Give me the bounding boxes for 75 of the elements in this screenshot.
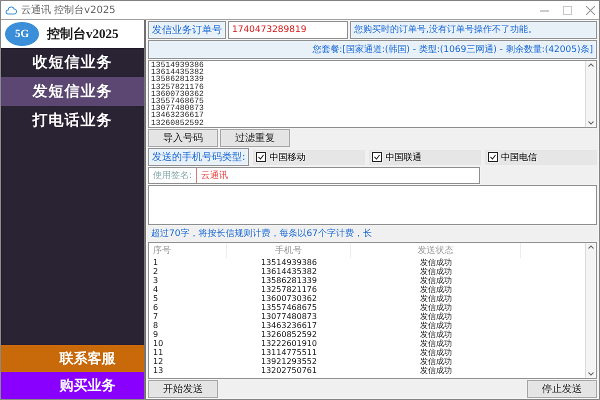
start-button[interactable]: 开始发送 xyxy=(148,380,218,398)
table-cell-text: 2 xyxy=(152,267,160,276)
table-cell-text: 3 xyxy=(152,276,160,285)
scroll-up-icon[interactable] xyxy=(588,245,594,249)
table-cell-text: 7 xyxy=(152,312,160,321)
table-cell-text: 发信成功 xyxy=(419,348,453,357)
table-cell-text: 发信成功 xyxy=(419,258,453,267)
table-cell-text: 13114775511 xyxy=(260,348,318,357)
table-cell-text: 发信成功 xyxy=(419,285,453,294)
checkbox[interactable] xyxy=(488,152,498,162)
logo-text: 控制台v2025 xyxy=(47,25,118,43)
table-cell-text: 发信成功 xyxy=(419,303,453,312)
logo-badge: 5G xyxy=(5,22,39,46)
cloud-icon xyxy=(5,5,17,15)
scroll-down-icon[interactable] xyxy=(588,121,594,125)
package-info: 您套餐:[国家通道:(韩国) - 类型:(1069三网通) - 剩余数量:(42005)条] xyxy=(148,40,597,59)
table-cell-text: 13614435382 xyxy=(260,267,318,276)
table-cell-text: 13257821176 xyxy=(260,285,318,294)
table-cell-text: 13260852592 xyxy=(260,330,318,339)
message-hint: 超过70字，将按长信规则计费，每条以67个字计费，长 xyxy=(150,228,373,241)
table-cell-text: 发信成功 xyxy=(419,357,453,366)
table-cell-text: 10 xyxy=(152,339,164,348)
sidebar-button[interactable]: 联系客服 xyxy=(1,345,144,372)
table-cell-text: 6 xyxy=(152,303,160,312)
number-button[interactable]: 导入号码 xyxy=(148,129,218,147)
table-cell-text: 1 xyxy=(152,258,160,267)
table-cell-text: 11 xyxy=(152,348,164,357)
sidebar-item[interactable]: 发短信业务 xyxy=(1,77,144,106)
sidebar-item[interactable]: 打电话业务 xyxy=(1,106,144,135)
window-title: 云通讯 控制台v2025 xyxy=(21,4,117,17)
column-header: 手机号 xyxy=(227,243,351,258)
sidebar-item[interactable]: 收短信业务 xyxy=(1,48,144,77)
checkbox-label: 中国联通 xyxy=(385,152,422,164)
message-field[interactable] xyxy=(148,185,597,225)
scroll-down-icon[interactable] xyxy=(588,372,594,376)
checkbox-label: 中国电信 xyxy=(501,152,538,164)
table-cell-text: 13514939386 xyxy=(260,258,318,267)
order-hint: 您购买时的订单号,没有订单号操作不了功能。 xyxy=(350,21,597,39)
carrier-label: 发送的手机号码类型: xyxy=(148,148,250,166)
table-cell-text: 12 xyxy=(152,357,164,366)
table-cell-text: 13077480873 xyxy=(260,312,318,321)
table-cell-text: 13600730362 xyxy=(260,294,318,303)
table-cell-text: 发信成功 xyxy=(419,366,453,375)
table-cell-text: 13222601910 xyxy=(260,339,318,348)
number-list-field[interactable]: 13514939386 13614435382 13586281339 13257821176 13600730362 13557468675 13077480873 13463236617 13260852592 xyxy=(148,60,597,128)
column-header: 发送状态 xyxy=(351,243,521,258)
close-icon[interactable] xyxy=(586,6,595,14)
sidebar-button[interactable]: 购买业务 xyxy=(1,372,144,399)
table-cell-text: 13 xyxy=(152,366,164,375)
order-input[interactable]: 1740473289819 xyxy=(228,21,348,39)
table-cell-text: 发信成功 xyxy=(419,312,453,321)
scroll-up-icon[interactable] xyxy=(588,63,594,67)
checkbox-label: 中国移动 xyxy=(269,152,306,164)
table-cell-text: 8 xyxy=(152,321,160,330)
number-button[interactable]: 过滤重复 xyxy=(220,129,290,147)
column-header: 序号 xyxy=(149,243,227,258)
signature-field[interactable]: 使用签名: 云通讯 xyxy=(148,167,480,184)
table-cell-text: 4 xyxy=(152,285,160,294)
table-cell-text: 13557468675 xyxy=(260,303,318,312)
order-label: 发信业务订单号 xyxy=(148,21,226,39)
table-cell-text: 13463236617 xyxy=(260,321,318,330)
table-cell-text: 发信成功 xyxy=(419,321,453,330)
table-cell-text: 发信成功 xyxy=(419,294,453,303)
stop-button[interactable]: 停止发送 xyxy=(527,380,597,398)
table-cell-text: 发信成功 xyxy=(419,330,453,339)
checkbox[interactable] xyxy=(256,152,266,162)
table-cell-text: 13586281339 xyxy=(260,276,318,285)
table-cell-text: 5 xyxy=(152,294,160,303)
table-cell-text: 9 xyxy=(152,330,160,339)
checkbox[interactable] xyxy=(372,152,382,162)
table-cell-text: 发信成功 xyxy=(419,276,453,285)
table-cell-text: 13921293552 xyxy=(260,357,318,366)
table-cell-text: 13202750761 xyxy=(260,366,318,375)
table-cell-text: 发信成功 xyxy=(419,267,453,276)
table-cell-text: 发信成功 xyxy=(419,339,453,348)
